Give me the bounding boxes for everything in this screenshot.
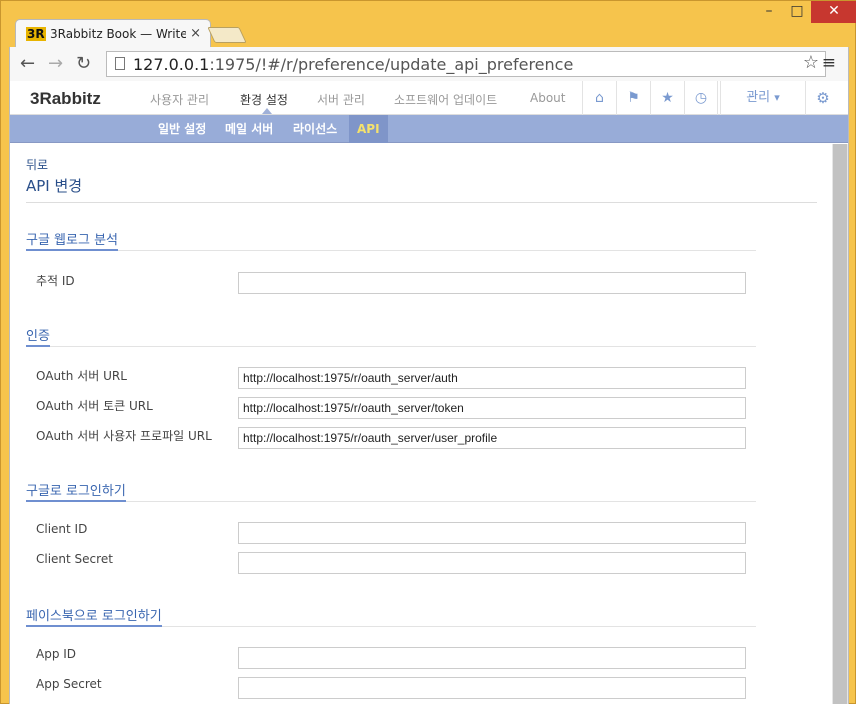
client-secret-input[interactable] (238, 552, 746, 574)
minimize-button[interactable]: – (755, 1, 783, 23)
tab-title: 3Rabbitz Book — Write d (50, 27, 186, 41)
section-google-login: 구글로 로그인하기 (26, 480, 756, 502)
client-id-label: Client ID (36, 522, 88, 536)
url-text: 127.0.0.1:1975/!#/r/preference/update_ap… (133, 55, 574, 74)
admin-dropdown[interactable]: 관리 ▾ (720, 81, 806, 115)
brand-logo[interactable]: 3Rabbitz (30, 89, 101, 109)
app-secret-label: App Secret (36, 677, 102, 691)
nav-preferences[interactable]: 환경 설정 (240, 91, 288, 108)
reload-icon[interactable]: ↻ (76, 53, 91, 74)
tracking-id-label: 추적 ID (36, 274, 75, 288)
tracking-id-input[interactable] (238, 272, 746, 294)
address-bar[interactable]: 127.0.0.1:1975/!#/r/preference/update_ap… (106, 51, 826, 77)
section-title: 인증 (26, 325, 50, 347)
active-nav-caret (262, 108, 272, 114)
client-id-input[interactable] (238, 522, 746, 544)
app-secret-input[interactable] (238, 677, 746, 699)
admin-label: 관리 (746, 90, 771, 105)
scrollbar-thumb[interactable] (833, 144, 847, 704)
menu-icon[interactable]: ≡ (822, 53, 836, 73)
close-window-button[interactable]: ✕ (811, 1, 856, 23)
section-title: 구글로 로그인하기 (26, 480, 126, 502)
section-title: 페이스북으로 로그인하기 (26, 605, 162, 627)
scrollbar[interactable] (832, 144, 848, 704)
maximize-button[interactable]: □ (783, 1, 811, 23)
new-tab-button[interactable] (207, 27, 247, 43)
app-navbar: 3Rabbitz 사용자 관리 환경 설정 서버 관리 소프트웨어 업데이트 A… (10, 81, 848, 115)
browser-tab[interactable]: 3R 3Rabbitz Book — Write d × (15, 19, 211, 47)
tab-mail-server[interactable]: 메일 서버 (217, 115, 281, 143)
chevron-down-icon: ▾ (774, 91, 780, 104)
tab-favicon-icon: 3R (26, 27, 46, 41)
clock-icon[interactable]: ◷ (684, 81, 718, 115)
tab-general-settings[interactable]: 일반 설정 (150, 115, 214, 143)
oauth-token-url-input[interactable]: http://localhost:1975/r/oauth_server/tok… (238, 397, 746, 419)
title-bar: 3R 3Rabbitz Book — Write d × – □ ✕ (1, 1, 856, 47)
section-facebook-login: 페이스북으로 로그인하기 (26, 605, 756, 627)
page-icon (115, 57, 125, 70)
client-secret-label: Client Secret (36, 552, 113, 566)
browser-window: 3R 3Rabbitz Book — Write d × – □ ✕ ← → ↻… (0, 0, 856, 704)
gear-icon[interactable]: ⚙ (806, 81, 840, 115)
browser-toolbar: ← → ↻ 127.0.0.1:1975/!#/r/preference/upd… (9, 47, 849, 81)
nav-about[interactable]: About (530, 91, 565, 105)
home-icon[interactable]: ⌂ (582, 81, 616, 115)
tab-close-icon[interactable]: × (190, 26, 201, 41)
page-title: API 변경 (26, 177, 83, 195)
app-id-input[interactable] (238, 647, 746, 669)
oauth-profile-url-label: OAuth 서버 사용자 프로파일 URL (36, 429, 212, 443)
back-arrow-icon[interactable]: ← (20, 53, 35, 74)
page-content: 3Rabbitz 사용자 관리 환경 설정 서버 관리 소프트웨어 업데이트 A… (9, 81, 849, 704)
star-icon[interactable]: ★ (650, 81, 684, 115)
tab-api[interactable]: API (349, 115, 388, 143)
section-title: 구글 웹로그 분석 (26, 229, 118, 251)
oauth-profile-url-input[interactable]: http://localhost:1975/r/oauth_server/use… (238, 427, 746, 449)
section-google-analytics: 구글 웹로그 분석 (26, 229, 756, 251)
title-divider (26, 202, 817, 203)
oauth-server-url-label: OAuth 서버 URL (36, 369, 127, 383)
nav-user-management[interactable]: 사용자 관리 (150, 91, 209, 108)
tab-license[interactable]: 라이선스 (285, 115, 345, 143)
bookmark-star-icon[interactable]: ☆ (803, 52, 819, 73)
app-id-label: App ID (36, 647, 77, 661)
nav-server-management[interactable]: 서버 관리 (317, 91, 365, 108)
section-auth: 인증 (26, 325, 756, 347)
forward-arrow-icon[interactable]: → (48, 53, 63, 74)
oauth-token-url-label: OAuth 서버 토큰 URL (36, 399, 153, 413)
back-link[interactable]: 뒤로 (26, 156, 48, 173)
flag-icon[interactable]: ⚑ (616, 81, 650, 115)
nav-software-update[interactable]: 소프트웨어 업데이트 (394, 91, 497, 108)
preferences-subnav: 일반 설정 메일 서버 라이선스 API (10, 115, 848, 143)
oauth-server-url-input[interactable]: http://localhost:1975/r/oauth_server/aut… (238, 367, 746, 389)
